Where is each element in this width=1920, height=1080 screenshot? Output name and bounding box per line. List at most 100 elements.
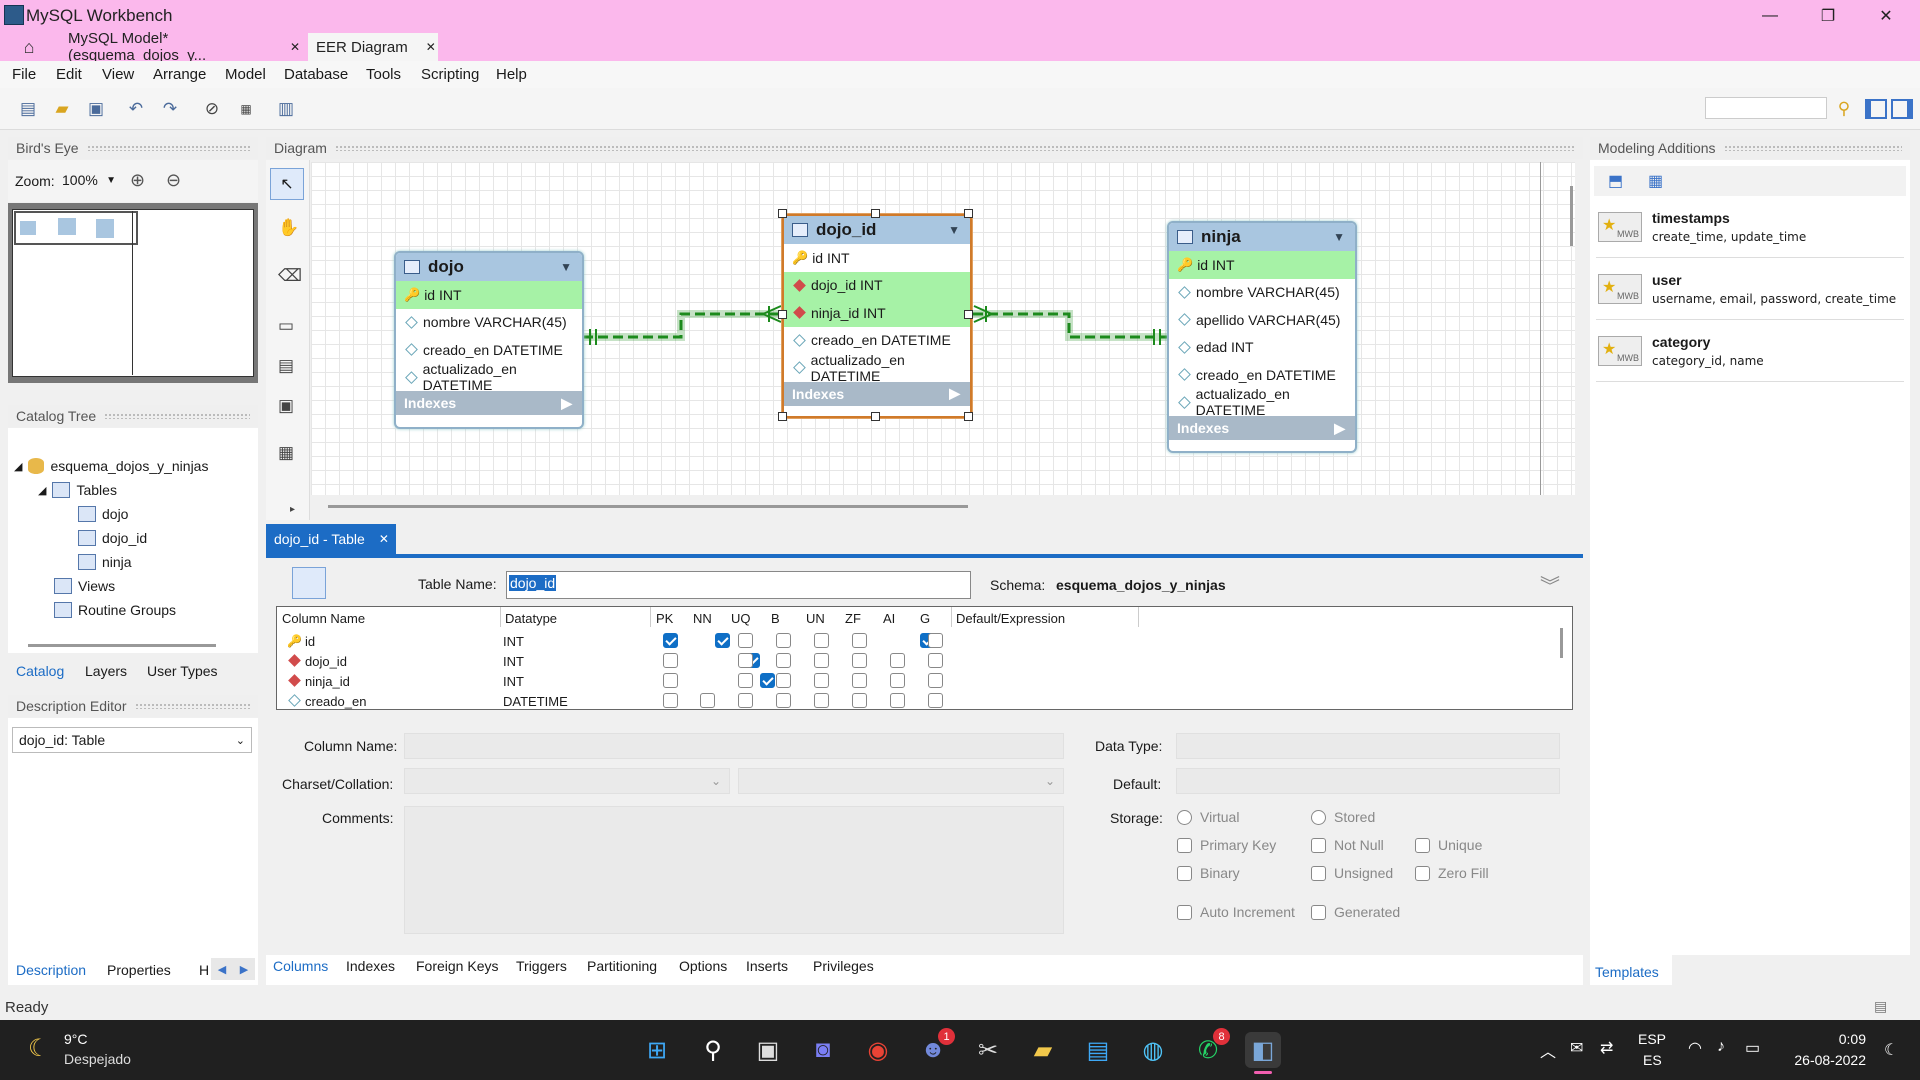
tab-scroll-arrows[interactable]: ◀ ▶ [211,958,255,980]
tab-foreign-keys[interactable]: Foreign Keys [416,958,498,974]
row-flag-checkbox[interactable] [776,693,791,708]
chevron-up-icon[interactable]: ︿ [1540,1038,1556,1062]
entity-column[interactable]: nombre VARCHAR(45) [396,309,582,337]
snipping-tool-icon[interactable]: ✂ [970,1032,1006,1068]
checkbox[interactable] [1177,837,1192,853]
grid-header-g[interactable]: G [920,611,930,626]
toggle-grid-icon[interactable]: ⊘ [200,97,224,121]
resize-handle[interactable] [964,310,973,319]
home-icon[interactable]: ⌂ [12,34,46,60]
row-flag-checkbox[interactable] [928,633,943,648]
grid-header-zf[interactable]: ZF [845,611,861,626]
menu-database[interactable]: Database [284,66,348,83]
open-folder-icon[interactable]: ▰ [50,97,74,121]
menu-tools[interactable]: Tools [366,66,401,83]
menu-arrange[interactable]: Arrange [153,66,206,83]
storage-stored-radio[interactable]: Stored [1311,809,1375,825]
resize-handle[interactable] [778,310,787,319]
template-timestamps[interactable]: ★ MWB timestamps create_time, update_time [1596,206,1904,258]
description-object-select[interactable]: dojo_id: Table ⌄ [12,727,252,753]
row-flag-checkbox[interactable] [738,673,753,688]
row-column-name[interactable]: id [305,634,315,649]
auto-increment-checkbox[interactable]: Auto Increment [1177,904,1295,920]
collapse-icon[interactable]: ◢ [14,460,22,473]
entity-column[interactable]: actualizado_en DATETIME [784,352,970,384]
add-template-icon[interactable]: ⬒ [1608,171,1623,191]
windows-start-icon[interactable]: ⊞ [639,1032,675,1068]
close-window-button[interactable]: ✕ [1857,0,1915,32]
maximize-button[interactable]: ❐ [1799,0,1857,32]
notepad-icon[interactable]: ▤ [1080,1032,1116,1068]
row-flag-checkbox[interactable] [890,653,905,668]
checkbox[interactable] [1415,865,1430,881]
row-flag-checkbox[interactable] [852,653,867,668]
entity-column[interactable]: apellido VARCHAR(45) [1169,306,1355,334]
zoom-select[interactable]: 100% ▼ [58,168,120,192]
entity-column[interactable]: 🔑 id INT [784,244,970,272]
tree-table-dojo-id[interactable]: dojo_id [78,530,147,546]
language-top[interactable]: ESP [1638,1031,1666,1047]
table-name-input[interactable]: dojo_id [506,571,971,599]
not-null-checkbox[interactable]: Not Null [1311,837,1384,853]
zoom-out-icon[interactable]: ⊖ [166,170,181,191]
task-view-icon[interactable]: ▣ [750,1032,786,1068]
tab-triggers[interactable]: Triggers [516,958,567,974]
row-flag-checkbox[interactable] [890,673,905,688]
toggle-secondary-sidebar-icon[interactable] [1891,99,1913,119]
row-column-name[interactable]: creado_en [305,694,366,709]
checkbox[interactable] [1177,904,1192,920]
tab-mysql-model[interactable]: MySQL Model* (esquema_dojos_y... ✕ [60,30,300,64]
menu-model[interactable]: Model [225,66,266,83]
collapse-arrow-icon[interactable]: ▼ [560,260,572,274]
volume-icon[interactable]: ♪ [1717,1038,1725,1056]
eraser-tool-icon[interactable]: ⌫ [278,266,302,286]
note-tool-icon[interactable]: ▤ [278,356,294,376]
row-flag-checkbox[interactable] [776,633,791,648]
checkbox[interactable] [1177,865,1192,881]
relationship-ninja-to-dojo-id[interactable] [973,305,1168,345]
expand-arrow-icon[interactable]: ▶ [561,395,572,412]
entity-column[interactable]: nombre VARCHAR(45) [1169,279,1355,307]
tab-eer-diagram[interactable]: EER Diagram ✕ [308,33,438,61]
storage-virtual-radio[interactable]: Virtual [1177,809,1239,825]
entity-header[interactable]: ninja ▼ [1169,223,1355,251]
file-explorer-icon[interactable]: ▰ [1025,1032,1061,1068]
grid-header-ai[interactable]: AI [883,611,895,626]
column-name-input[interactable] [404,733,1064,759]
arrow-left-icon[interactable]: ◀ [218,963,226,976]
expand-arrow-icon[interactable]: ▶ [1334,420,1345,437]
table-row[interactable] [277,691,1547,711]
new-model-icon[interactable]: ▤ [16,97,40,121]
tab-columns[interactable]: Columns [273,958,328,974]
entity-dojo[interactable]: dojo ▼ 🔑 id INT nombre VARCHAR(45) creado_… [394,251,584,429]
expand-arrow-icon[interactable]: ▶ [949,385,960,402]
entity-ninja[interactable]: ninja ▼ 🔑 id INT nombre VARCHAR(45) apelli… [1167,221,1357,453]
row-datatype[interactable]: DATETIME [503,694,568,709]
menu-edit[interactable]: Edit [56,66,82,83]
primary-key-checkbox[interactable]: Primary Key [1177,837,1276,853]
row-datatype[interactable]: INT [503,634,524,649]
align-grid-icon[interactable]: ▦ [234,97,258,121]
menu-view[interactable]: View [102,66,134,83]
charset-select[interactable]: ⌄ [404,768,730,794]
entity-column[interactable]: creado_en DATETIME [784,327,970,355]
search-icon[interactable]: ⚲ [1832,97,1856,121]
tree-views[interactable]: Views [54,578,115,594]
tab-description[interactable]: Description [16,962,86,978]
resize-handle[interactable] [871,209,880,218]
tree-schema[interactable]: ◢ esquema_dojos_y_ninjas [14,458,208,474]
row-flag-checkbox[interactable] [852,633,867,648]
resize-handle[interactable] [964,412,973,421]
hand-tool-icon[interactable]: ✋ [278,218,299,238]
row-flag-checkbox[interactable] [814,693,829,708]
entity-column[interactable]: creado_en DATETIME [1169,361,1355,389]
entity-dojo-id[interactable]: dojo_id ▼ 🔑 id INT dojo_id INT ninja_id IN… [782,214,972,418]
palette-expand-icon[interactable]: ▸ [290,504,295,515]
close-icon[interactable]: ✕ [426,40,436,54]
entity-header[interactable]: dojo ▼ [396,253,582,281]
minimize-button[interactable]: — [1741,0,1799,32]
image-tool-icon[interactable]: ▣ [278,396,294,416]
entity-column[interactable]: actualizado_en DATETIME [396,361,582,393]
template-user[interactable]: ★ MWB user username, email, password, cre… [1596,268,1904,320]
row-flag-checkbox[interactable] [928,653,943,668]
